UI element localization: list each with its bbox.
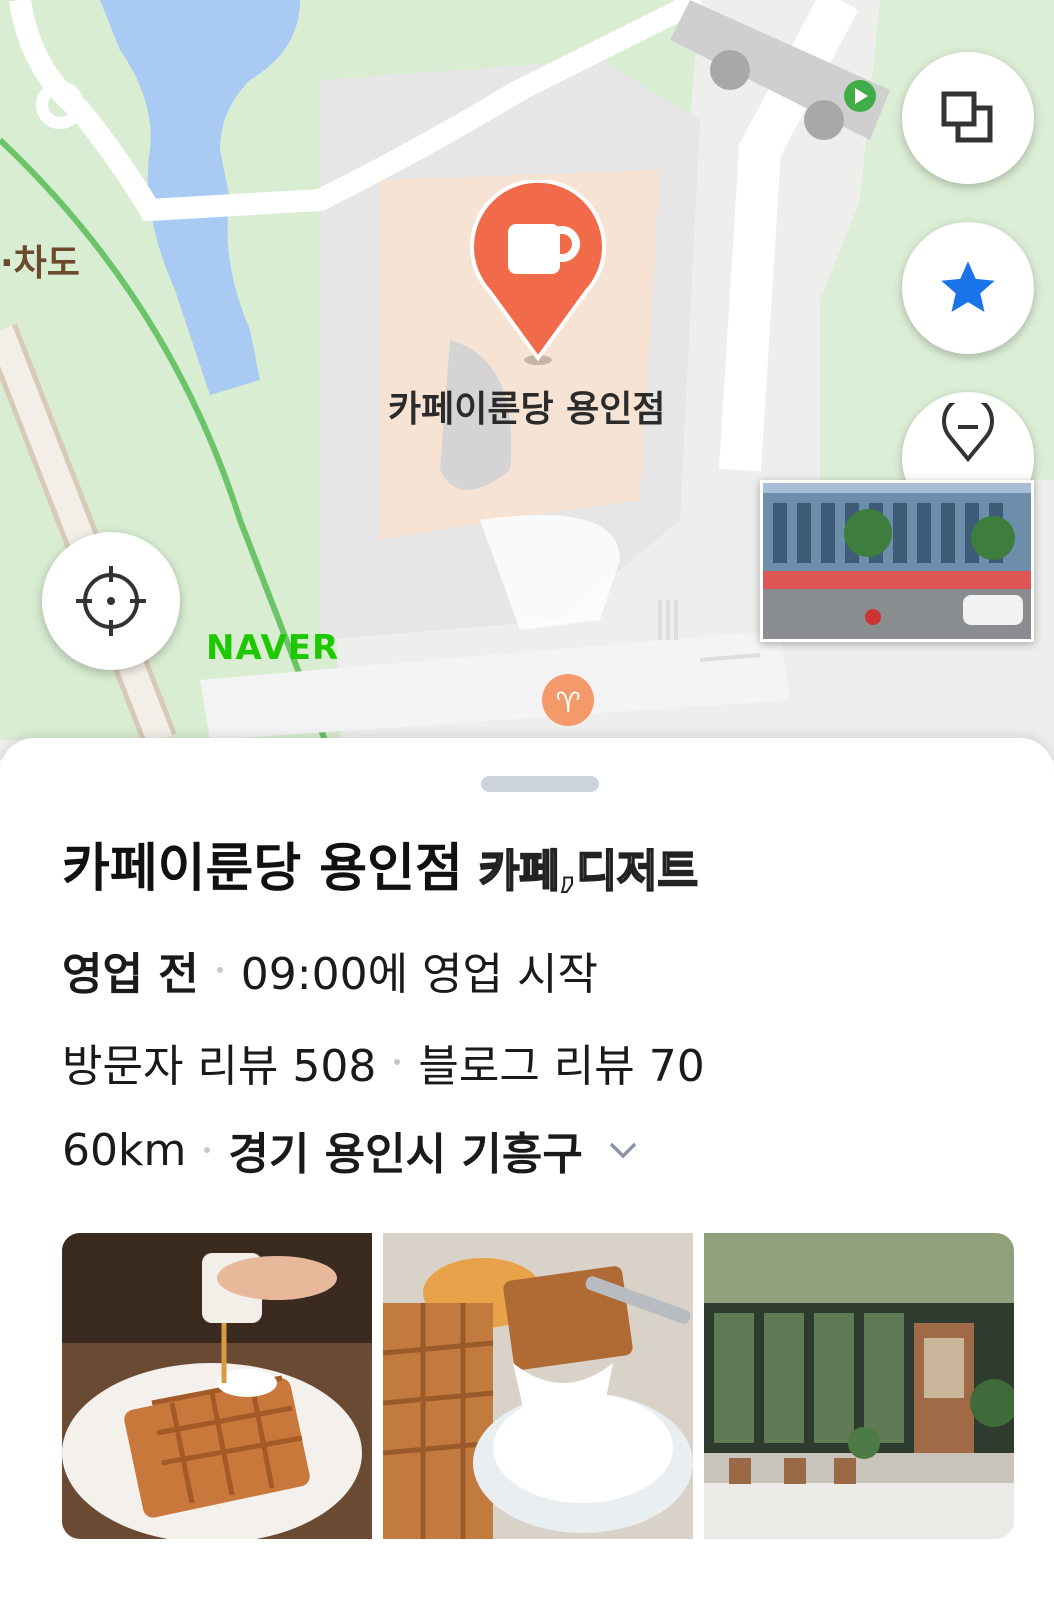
place-photo-storefront[interactable]	[704, 1233, 1014, 1539]
place-photo-waffle-syrup[interactable]	[62, 1233, 372, 1539]
layers-button[interactable]	[902, 52, 1034, 184]
separator-dot	[394, 1059, 401, 1065]
separator-dot	[204, 1147, 211, 1153]
map-place-label[interactable]: 카페이룬당 용인점	[388, 380, 666, 432]
map-road-label: ·차도	[0, 243, 80, 284]
distance: 60km	[62, 1124, 187, 1176]
sheet-drag-handle[interactable]	[481, 776, 599, 792]
place-photo-waffle-cream[interactable]	[383, 1233, 693, 1539]
chevron-down-icon[interactable]	[605, 1132, 641, 1168]
business-status: 영업 전	[62, 949, 199, 1000]
open-time: 09:00에 영업 시작	[240, 949, 598, 1000]
svg-text:♈: ♈	[555, 686, 580, 719]
naver-logo: NAVER	[206, 628, 340, 668]
place-category: 카페,디저트	[478, 845, 699, 898]
pin-minus-icon	[942, 403, 994, 463]
place-title-row: 카페이룬당 용인점 카페,디저트	[62, 826, 699, 901]
place-marker[interactable]	[470, 180, 606, 366]
separator-dot	[216, 967, 223, 973]
address: 경기 용인시 기흥구	[228, 1129, 583, 1180]
street-view-thumbnail[interactable]	[760, 480, 1034, 642]
visitor-reviews-link[interactable]: 방문자 리뷰 508	[62, 1030, 376, 1094]
current-location-button[interactable]	[42, 532, 180, 670]
business-hours-row[interactable]: 영업 전 09:00에 영업 시작	[62, 938, 598, 1002]
blog-reviews-link[interactable]: 블로그 리뷰 70	[418, 1030, 704, 1094]
layers-icon	[941, 91, 993, 143]
star-icon	[941, 261, 995, 312]
map-view[interactable]: ♈ 카페이룬당 용인점 ·차도 NAVER	[0, 0, 1054, 760]
address-row[interactable]: 60km 경기 용인시 기흥구	[62, 1118, 641, 1182]
reviews-row: 방문자 리뷰 508 블로그 리뷰 70	[62, 1030, 705, 1094]
place-name[interactable]: 카페이룬당 용인점	[62, 826, 463, 901]
crosshair-icon	[76, 566, 146, 636]
favorite-button[interactable]	[902, 222, 1034, 354]
